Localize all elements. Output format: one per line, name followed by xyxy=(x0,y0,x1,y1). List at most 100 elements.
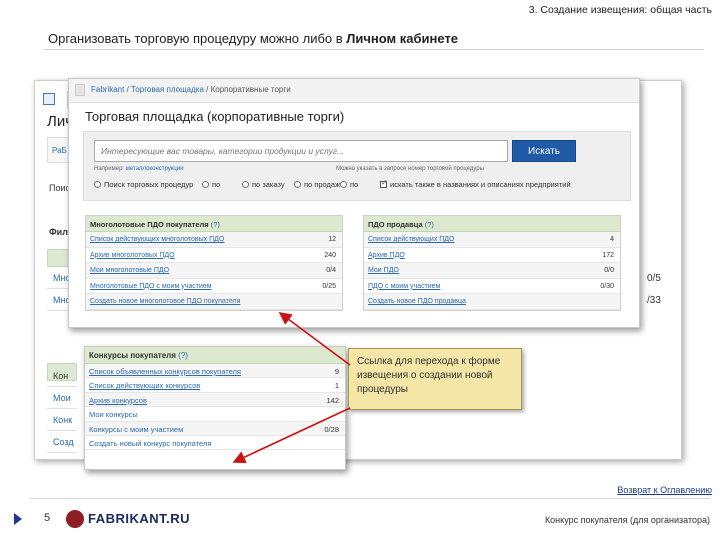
list-item-link[interactable]: Архив конкурсов xyxy=(89,396,147,405)
list-item-link[interactable]: Многолотовые ПДО с моим участием xyxy=(90,283,212,290)
radio-label: Поиск торговых процедур xyxy=(104,180,194,189)
search-option-radio[interactable]: по продаже xyxy=(294,180,344,189)
breadcrumb-separator: / xyxy=(203,85,211,94)
list-item-link[interactable]: Список действующих конкурсов xyxy=(89,381,200,390)
list-item[interactable]: Список действующих ПДО 4 xyxy=(364,232,620,248)
search-option-radio[interactable]: по xyxy=(202,180,220,189)
footer-rule xyxy=(30,498,710,499)
panel-header: Многолотовые ПДО покупателя (?) xyxy=(86,216,342,232)
list-item-count: 0/0 xyxy=(604,267,614,274)
list-item[interactable]: Архив многолотовых ПДО 240 xyxy=(86,248,342,263)
bg-table-row[interactable]: Созд xyxy=(47,431,77,453)
search-option-radio[interactable]: Поиск торговых процедур xyxy=(94,180,193,189)
callout-note: Ссылка для перехода к форме извещения о … xyxy=(348,348,522,410)
radio-label: по xyxy=(212,180,221,189)
list-item[interactable]: Создать новое многолотовое ПДО покупател… xyxy=(86,294,342,310)
list-item-link[interactable]: Архив ПДО xyxy=(368,252,405,259)
list-item-link[interactable]: Архив многолотовых ПДО xyxy=(90,252,175,259)
back-to-contents-link[interactable]: Возврат к Оглавлению xyxy=(617,485,712,495)
list-item[interactable]: Создать новое ПДО продавца xyxy=(364,294,620,310)
search-panel: Искать Например: металлоконструкции Можн… xyxy=(83,131,631,201)
radio-icon xyxy=(242,181,249,188)
list-item-link[interactable]: Мои ПДО xyxy=(368,267,399,274)
help-link[interactable]: (?) xyxy=(178,351,188,360)
heading-rule xyxy=(44,49,704,50)
page-number: 5 xyxy=(44,512,51,524)
list-item-count: 0/25 xyxy=(322,282,336,290)
list-item[interactable]: Мои многолотовые ПДО 0/4 xyxy=(86,263,342,279)
create-buyer-contest-link[interactable]: Создать новый конкурс покупателя xyxy=(89,439,211,448)
list-item[interactable]: Мои конкурсы xyxy=(85,407,345,422)
breadcrumb-item[interactable]: Fabrikant xyxy=(91,85,124,94)
search-option-checkbox[interactable]: искать также в названиях и описаниях пре… xyxy=(380,178,571,189)
radio-label: по заказу xyxy=(252,180,285,189)
list-item[interactable]: ПДО с моим участием 0/30 xyxy=(364,279,620,294)
list-item[interactable]: Список объявленных конкурсов покупателя 9 xyxy=(85,364,345,379)
create-multilot-link[interactable]: Создать новое многолотовое ПДО покупател… xyxy=(90,298,240,305)
hint-example-link[interactable]: металлоконструкции xyxy=(126,166,184,172)
list-item-count: 12 xyxy=(328,236,336,243)
list-item-link[interactable]: ПДО с моим участием xyxy=(368,283,440,290)
page-icon xyxy=(75,84,85,96)
window-title: Торговая площадка (корпоративные торги) xyxy=(85,109,345,124)
search-option-radio[interactable]: по заказу xyxy=(242,180,285,189)
list-item-count: 0/4 xyxy=(326,267,336,274)
breadcrumb: Fabrikant / Торговая площадка / Корпорат… xyxy=(91,85,291,94)
section-label: 3. Создание извещения: общая часть xyxy=(528,4,712,16)
search-input[interactable] xyxy=(94,140,508,162)
panel-header: ПДО продавца (?) xyxy=(364,216,620,232)
list-item[interactable]: Многолотовые ПДО с моим участием 0/25 xyxy=(86,279,342,294)
radio-icon xyxy=(294,181,301,188)
list-item-link[interactable]: Список действующих ПДО xyxy=(368,236,454,243)
panel-multilot-buyer: Многолотовые ПДО покупателя (?) Список д… xyxy=(85,215,343,311)
list-item[interactable]: Архив конкурсов 142 xyxy=(85,392,345,408)
search-option-radio[interactable]: по xyxy=(340,180,358,189)
hint-prefix: Например: xyxy=(94,166,126,172)
list-item-link[interactable]: Конкурсы с моим участием xyxy=(89,425,183,434)
list-item-count: 9 xyxy=(334,367,339,376)
search-button[interactable]: Искать xyxy=(512,140,576,162)
list-item[interactable]: Конкурсы с моим участием 0/28 xyxy=(85,421,345,436)
panel-seller-pdo: ПДО продавца (?) Список действующих ПДО 4… xyxy=(363,215,621,311)
help-link[interactable]: (?) xyxy=(211,220,220,229)
list-item[interactable]: Мои ПДО 0/0 xyxy=(364,263,620,279)
search-options: Поиск торговых процедур по по заказу по … xyxy=(94,178,624,194)
bg-table-row[interactable]: Мои xyxy=(47,387,77,409)
checkbox-checked-icon xyxy=(380,178,388,188)
list-item-link[interactable]: Мои многолотовые ПДО xyxy=(90,267,169,274)
breadcrumb-item[interactable]: Торговая площадка xyxy=(131,85,204,94)
list-item-count: 0/30 xyxy=(600,282,614,290)
list-item-count: 142 xyxy=(326,395,339,405)
radio-icon xyxy=(94,181,101,188)
list-item-link[interactable]: Мои конкурсы xyxy=(89,410,138,419)
list-item-link[interactable]: Список объявленных конкурсов покупателя xyxy=(89,367,241,376)
list-item[interactable]: Список действующих многолотовых ПДО 12 xyxy=(86,232,342,248)
list-item-link[interactable]: Список действующих многолотовых ПДО xyxy=(90,236,224,243)
radio-icon xyxy=(340,181,347,188)
bg-table-row[interactable]: Конк xyxy=(47,409,77,431)
page-heading: Организовать торговую процедуру можно ли… xyxy=(48,31,458,46)
list-item-count: 172 xyxy=(602,251,614,259)
radio-label: по продаже xyxy=(304,180,345,189)
bg-table-row[interactable]: Кон xyxy=(47,365,77,387)
radio-label: по xyxy=(350,180,359,189)
list-item-count: 0/28 xyxy=(324,424,339,434)
panel-title: Конкурсы покупателя xyxy=(89,351,176,360)
bg-right-value: /33 xyxy=(647,295,661,306)
list-item-count: 4 xyxy=(610,236,614,243)
list-item[interactable]: Архив ПДО 172 xyxy=(364,248,620,263)
bg-page-icon xyxy=(43,93,55,105)
heading-text: Организовать торговую процедуру можно ли… xyxy=(48,31,347,46)
buyer-contests-window: Конкурсы покупателя (?) Список объявленн… xyxy=(84,346,346,470)
create-seller-pdo-link[interactable]: Создать новое ПДО продавца xyxy=(368,298,466,305)
checkbox-label: искать также в названиях и описаниях пре… xyxy=(390,180,571,189)
list-item[interactable]: Список действующих конкурсов 1 xyxy=(85,378,345,393)
search-hint-number: Можно указать в запросе номер торговой п… xyxy=(336,166,484,172)
list-item-count: 1 xyxy=(334,381,339,391)
next-slide-arrow-icon[interactable] xyxy=(14,513,22,525)
breadcrumb-item-current: Корпоративные торги xyxy=(210,85,291,94)
help-link[interactable]: (?) xyxy=(425,220,434,229)
list-item[interactable]: Создать новый конкурс покупателя xyxy=(85,436,345,451)
panel-header: Конкурсы покупателя (?) xyxy=(85,347,345,364)
window-toolbar: Fabrikant / Торговая площадка / Корпорат… xyxy=(69,79,639,103)
